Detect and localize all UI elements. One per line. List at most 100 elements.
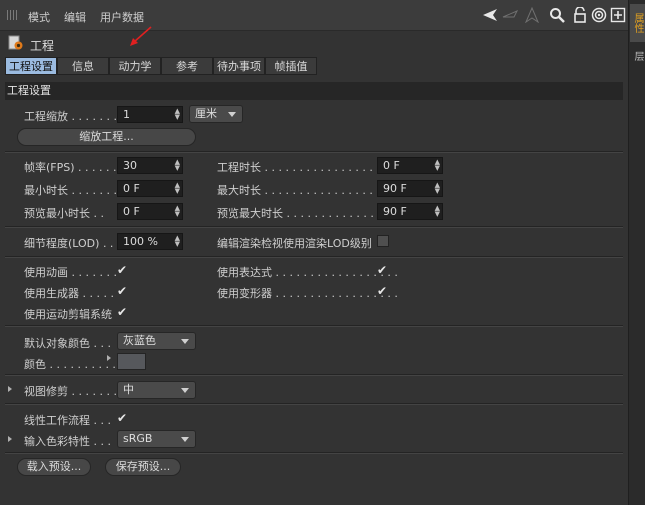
lod-label: 细节程度(LOD) . . (24, 237, 114, 250)
max-time-value: 90 F (383, 182, 407, 195)
use-motion-clip-checkbox[interactable]: ✔ (117, 306, 129, 318)
tab-frame-interpolation[interactable]: 帧插值 (265, 57, 317, 75)
default-color-dropdown[interactable]: 灰蓝色 (117, 332, 196, 350)
tab-todo[interactable]: 待办事项 (213, 57, 265, 75)
expand-triangle-icon[interactable] (8, 386, 12, 392)
color-label: 颜色 . . . . . . . . . . (24, 358, 116, 371)
spin-arrows-icon[interactable]: ▲ ▼ (435, 182, 440, 195)
project-settings-icon (8, 35, 24, 51)
use-expressions-checkbox[interactable]: ✔ (377, 264, 389, 276)
save-preset-button[interactable]: 保存预设... (105, 458, 181, 476)
fps-value: 30 (123, 159, 137, 172)
min-time-label: 最小时长 . . . . . . . . (24, 184, 124, 197)
lod-value: 100 % (123, 235, 158, 248)
spin-arrows-icon[interactable]: ▲ ▼ (175, 205, 180, 218)
chevron-down-icon (228, 112, 236, 117)
menu-user-data[interactable]: 用户数据 (100, 9, 144, 25)
attributes-panel: 工程 工程设置 信息 动力学 参考 待办事项 帧插值 工程设置 工程缩放 . .… (0, 26, 627, 505)
input-color-profile-label: 输入色彩特性 . . . (24, 435, 111, 448)
tab-dynamics[interactable]: 动力学 (109, 57, 161, 75)
arrow-outline-icon[interactable] (502, 7, 519, 23)
default-color-label: 默认对象颜色 . . . (24, 337, 111, 350)
divider (5, 256, 623, 258)
lock-icon[interactable] (572, 6, 588, 23)
divider (5, 151, 623, 153)
preview-max-field[interactable]: 90 F ▲ ▼ (377, 203, 443, 220)
grip-icon[interactable] (7, 10, 19, 20)
menu-bar: 模式 编辑 用户数据 (0, 0, 628, 31)
spin-arrows-icon[interactable]: ▲ ▼ (435, 159, 440, 172)
preview-min-value: 0 F (123, 205, 140, 218)
min-time-value: 0 F (123, 182, 140, 195)
spin-arrows-icon[interactable]: ▲ ▼ (175, 235, 180, 248)
input-color-profile-value: sRGB (123, 432, 153, 445)
tab-info[interactable]: 信息 (57, 57, 109, 75)
tab-attributes[interactable]: 属性 (630, 4, 645, 42)
default-color-value: 灰蓝色 (123, 334, 156, 347)
spin-arrows-icon[interactable]: ▲ ▼ (175, 159, 180, 172)
divider (5, 403, 623, 405)
render-lod-label: 编辑渲染检视使用渲染LOD级别 (217, 237, 372, 250)
view-clip-dropdown[interactable]: 中 (117, 381, 196, 399)
section-header: 工程设置 (5, 82, 623, 100)
chevron-down-icon (181, 388, 189, 393)
fps-field[interactable]: 30 ▲ ▼ (117, 157, 183, 174)
view-clip-value: 中 (123, 383, 134, 396)
search-icon[interactable] (549, 7, 565, 23)
divider (5, 374, 623, 376)
project-scale-value: 1 (123, 108, 130, 121)
use-motion-clip-label: 使用运动剪辑系统 (24, 308, 112, 321)
preview-max-label: 预览最大时长 . . . . . . . . . . . . . . . (217, 207, 388, 220)
chevron-down-icon (181, 339, 189, 344)
divider (5, 325, 623, 327)
view-clip-label: 视图修剪 . . . . . . . . (24, 385, 124, 398)
project-scale-field[interactable]: 1 ▲ ▼ (117, 106, 183, 123)
target-icon[interactable] (591, 7, 607, 23)
linear-workflow-checkbox[interactable]: ✔ (117, 412, 129, 424)
project-time-label: 工程时长 . . . . . . . . . . . . . . . . . .… (217, 161, 394, 174)
use-expressions-label: 使用表达式 . . . . . . . . . . . . . . . . . … (217, 266, 398, 279)
use-generators-checkbox[interactable]: ✔ (117, 285, 129, 297)
chevron-down-icon (181, 437, 189, 442)
scale-project-button[interactable]: 缩放工程... (17, 128, 196, 146)
use-deformers-label: 使用变形器 . . . . . . . . . . . . . . . . . … (217, 287, 398, 300)
load-preset-button[interactable]: 载入预设... (17, 458, 91, 476)
project-time-field[interactable]: 0 F ▲ ▼ (377, 157, 443, 174)
project-time-value: 0 F (383, 159, 400, 172)
scale-unit-value: 厘米 (195, 107, 217, 120)
linear-workflow-label: 线性工作流程 . . . (24, 414, 111, 427)
arrow-left-icon[interactable] (482, 7, 498, 23)
project-title: 工程 (30, 39, 55, 53)
divider (5, 226, 623, 228)
tab-reference[interactable]: 参考 (161, 57, 213, 75)
use-deformers-checkbox[interactable]: ✔ (377, 285, 389, 297)
preview-min-field[interactable]: 0 F ▲ ▼ (117, 203, 183, 220)
expand-triangle-icon[interactable] (8, 436, 12, 442)
project-scale-label: 工程缩放 . . . . . . . . (24, 110, 124, 123)
fps-label: 帧率(FPS) . . . . . . (24, 161, 117, 174)
new-panel-icon[interactable] (610, 7, 626, 23)
menu-edit[interactable]: 编辑 (64, 9, 86, 25)
annotation-arrow (130, 26, 152, 46)
menu-mode[interactable]: 模式 (28, 9, 50, 25)
color-swatch[interactable] (117, 353, 146, 370)
use-animation-checkbox[interactable]: ✔ (117, 264, 129, 276)
expand-triangle-icon[interactable] (107, 355, 111, 361)
divider (5, 452, 623, 454)
max-time-label: 最大时长 . . . . . . . . . . . . . . . . . .… (217, 184, 394, 197)
render-lod-checkbox[interactable] (377, 235, 389, 247)
lod-field[interactable]: 100 % ▲ ▼ (117, 233, 183, 250)
max-time-field[interactable]: 90 F ▲ ▼ (377, 180, 443, 197)
input-color-profile-dropdown[interactable]: sRGB (117, 430, 196, 448)
spin-arrows-icon[interactable]: ▲ ▼ (175, 182, 180, 195)
tab-project-settings[interactable]: 工程设置 (5, 57, 57, 75)
scale-unit-dropdown[interactable]: 厘米 (189, 105, 243, 123)
up-icon[interactable] (524, 6, 540, 24)
spin-arrows-icon[interactable]: ▲ ▼ (175, 108, 180, 121)
tab-layers[interactable]: 层 (630, 42, 645, 70)
preview-max-value: 90 F (383, 205, 407, 218)
min-time-field[interactable]: 0 F ▲ ▼ (117, 180, 183, 197)
right-side-tabs: 属性 层 (628, 0, 645, 505)
use-generators-label: 使用生成器 . . . . . (24, 287, 114, 300)
spin-arrows-icon[interactable]: ▲ ▼ (435, 205, 440, 218)
